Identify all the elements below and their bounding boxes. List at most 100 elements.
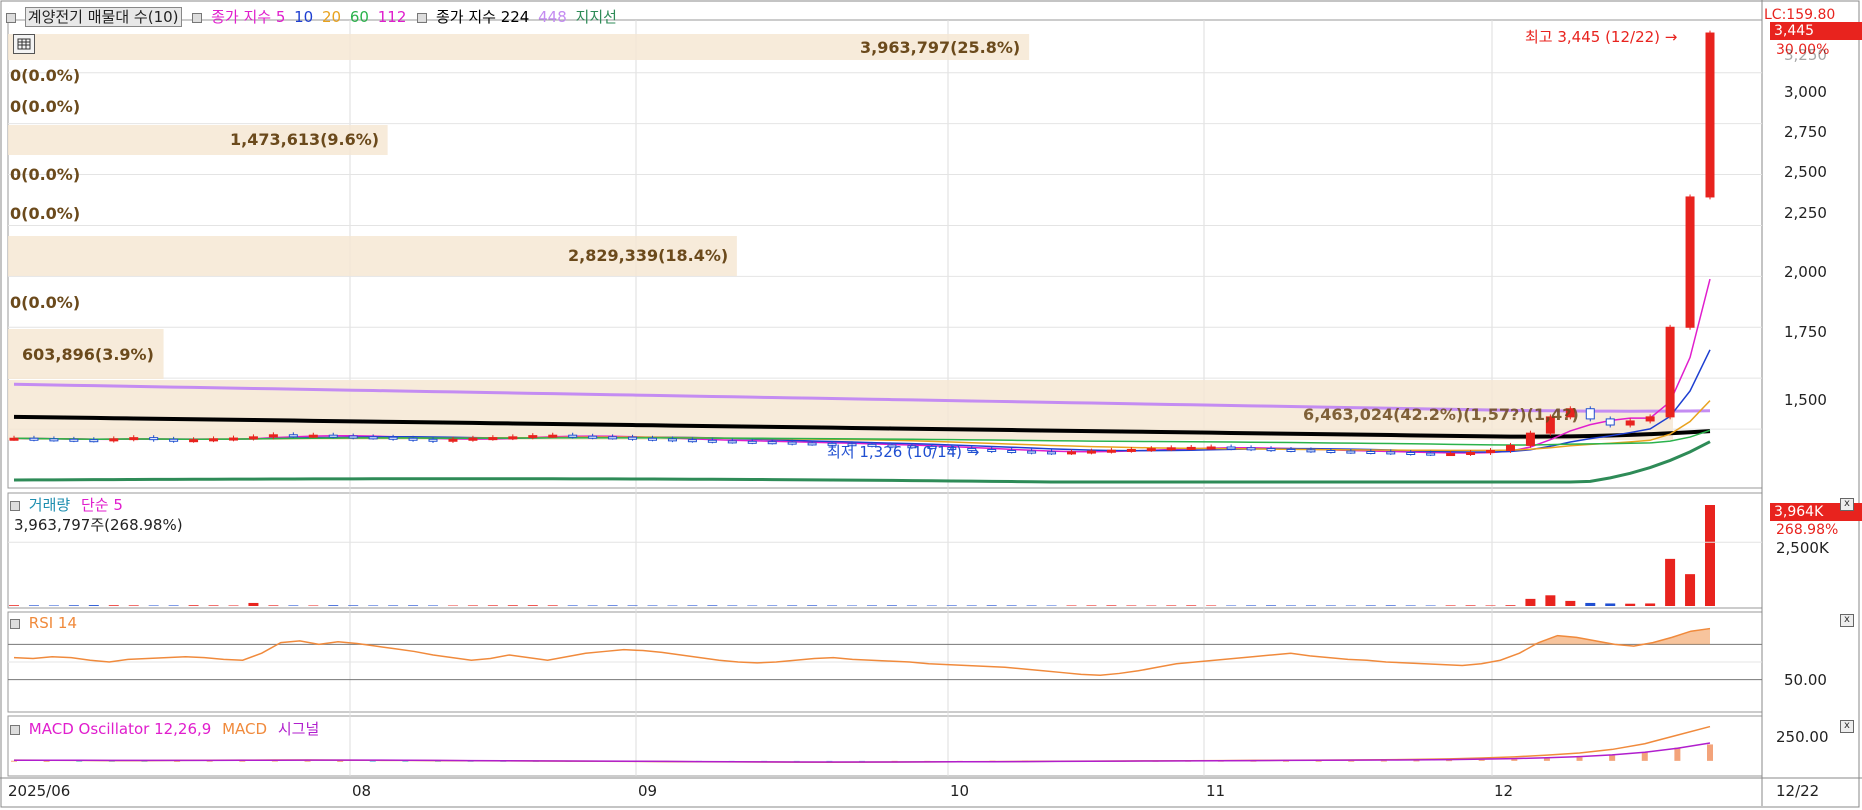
volume-bar-45 [906, 605, 917, 606]
legend-marker-icon [10, 500, 20, 511]
candle-body-18 [368, 436, 378, 440]
macd-osc-title[interactable]: MACD Oscillator 12,26,9 [29, 720, 212, 738]
legend-marker-icon [10, 724, 20, 735]
candle-body-51 [1027, 450, 1037, 454]
candle-body-5 [109, 438, 119, 442]
volume-bar-41 [827, 605, 838, 606]
candle-body-69 [1386, 451, 1396, 455]
volume-bar-68 [1365, 605, 1376, 606]
volume-bar-13 [268, 605, 279, 606]
volume-bar-50 [1006, 605, 1017, 606]
candle-body-80 [1605, 418, 1615, 426]
vp-title[interactable]: 계양전기 매물대 수(10) [24, 7, 182, 27]
macd-osc-bar-10 [337, 760, 344, 762]
volume-bar-59 [1186, 605, 1197, 606]
volume-legend: 거래량 단순 5 [10, 496, 123, 514]
low-annotation: 최저 1,326 (10/14) → [827, 443, 980, 461]
candle-body-25 [508, 436, 518, 440]
ma60-label[interactable]: 60 [350, 8, 369, 26]
ma20-label[interactable]: 20 [322, 8, 341, 26]
volume-bar-83 [1665, 558, 1676, 606]
volume-bar-10 [208, 605, 219, 606]
candle-body-15 [308, 434, 318, 438]
candle-body-73 [1466, 452, 1476, 456]
candle-body-59 [1186, 446, 1196, 450]
x-tick: 08 [352, 782, 372, 800]
volume-bar-2 [48, 605, 59, 606]
signal-line [14, 742, 1711, 763]
volume-bar-35 [707, 605, 718, 606]
vp-label-3: 1,473,613(9.6%) [230, 130, 380, 149]
volume-value: 3,963,797주(268.98%) [14, 516, 183, 534]
candle-body-50 [1007, 449, 1017, 453]
ma-prefix[interactable]: 종가 지수 5 [211, 8, 285, 26]
rsi-title[interactable]: RSI 14 [29, 614, 77, 632]
candle-body-63 [1266, 448, 1276, 452]
volume-bar-69 [1385, 605, 1396, 606]
ma448-label[interactable]: 448 [538, 8, 567, 26]
volume-bar-84 [1685, 574, 1696, 606]
candle-body-34 [687, 439, 697, 443]
price-tick: 1,750 [1784, 323, 1827, 341]
volume-bar-49 [986, 605, 997, 606]
macd-close-icon[interactable]: x [1840, 720, 1854, 733]
last-price-tag: 3,445 [1770, 22, 1862, 40]
candle-body-8 [169, 438, 179, 442]
rsi-line [13, 627, 1711, 676]
price-tick: 1,500 [1784, 391, 1827, 409]
vp-label-0: 3,963,797(25.8%) [860, 38, 1021, 57]
volume-bar-80 [1605, 603, 1616, 606]
candle-body-74 [1486, 449, 1496, 454]
volume-bar-65 [1305, 605, 1316, 606]
candle-body-37 [747, 440, 757, 444]
x-tick: 12 [1494, 782, 1514, 800]
volume-bar-30 [607, 605, 618, 606]
volume-ma-label[interactable]: 단순 5 [81, 496, 123, 514]
candle-body-33 [667, 438, 677, 442]
candle-body-2 [49, 438, 59, 442]
price-tick: 2,500 [1784, 163, 1827, 181]
candle-body-22 [448, 438, 458, 442]
vp-label-8: 603,896(3.9%) [22, 345, 154, 364]
volume-bar-38 [767, 605, 778, 606]
volume-bar-28 [567, 605, 578, 606]
volume-close-icon[interactable]: x [1840, 498, 1854, 511]
candle-body-10 [209, 438, 219, 442]
volume-bar-3 [68, 605, 79, 606]
rsi-close-icon[interactable]: x [1840, 614, 1854, 627]
volume-bar-70 [1405, 605, 1416, 606]
candle-body-52 [1047, 451, 1057, 455]
candle-body-17 [348, 435, 358, 439]
ma224-label[interactable]: 종가 지수 224 [436, 8, 529, 26]
signal-label[interactable]: 시그널 [278, 720, 319, 738]
x-tick: 11 [1206, 782, 1226, 800]
volume-bar-8 [168, 605, 179, 606]
candle-body-65 [1306, 449, 1316, 453]
table-toggle-icon[interactable] [13, 34, 35, 54]
volume-bar-58 [1166, 605, 1177, 606]
macd-label[interactable]: MACD [222, 720, 267, 738]
volume-bar-31 [627, 605, 638, 606]
vp-label-6: 2,829,339(18.4%) [568, 246, 729, 265]
volume-pct-tag: 268.98% [1776, 522, 1839, 538]
ma112-label[interactable]: 112 [378, 8, 407, 26]
ma10-label[interactable]: 10 [294, 8, 313, 26]
main-legend: 계양전기 매물대 수(10) 종가 지수 5 10 20 60 112 종가 지… [6, 7, 617, 27]
volume-bar-24 [487, 605, 498, 606]
volume-bar-60 [1206, 605, 1217, 606]
volume-bar-9 [188, 605, 199, 606]
volume-bar-79 [1585, 602, 1596, 606]
volume-bar-44 [886, 605, 897, 606]
candle-body-53 [1067, 451, 1077, 455]
volume-title[interactable]: 거래량 [29, 496, 70, 514]
macd-osc-bar-51 [1674, 747, 1681, 761]
volume-bar-20 [408, 605, 419, 606]
candle-body-26 [528, 435, 538, 439]
candle-body-64 [1286, 448, 1296, 452]
macd-legend: MACD Oscillator 12,26,9 MACD 시그널 [10, 720, 319, 738]
vp-label-1: 0(0.0%) [10, 66, 81, 85]
support-label[interactable]: 지지선 [576, 8, 617, 26]
macd-osc-bar-48 [1576, 757, 1583, 761]
volume-bar-19 [388, 605, 399, 606]
volume-bar-40 [807, 605, 818, 606]
